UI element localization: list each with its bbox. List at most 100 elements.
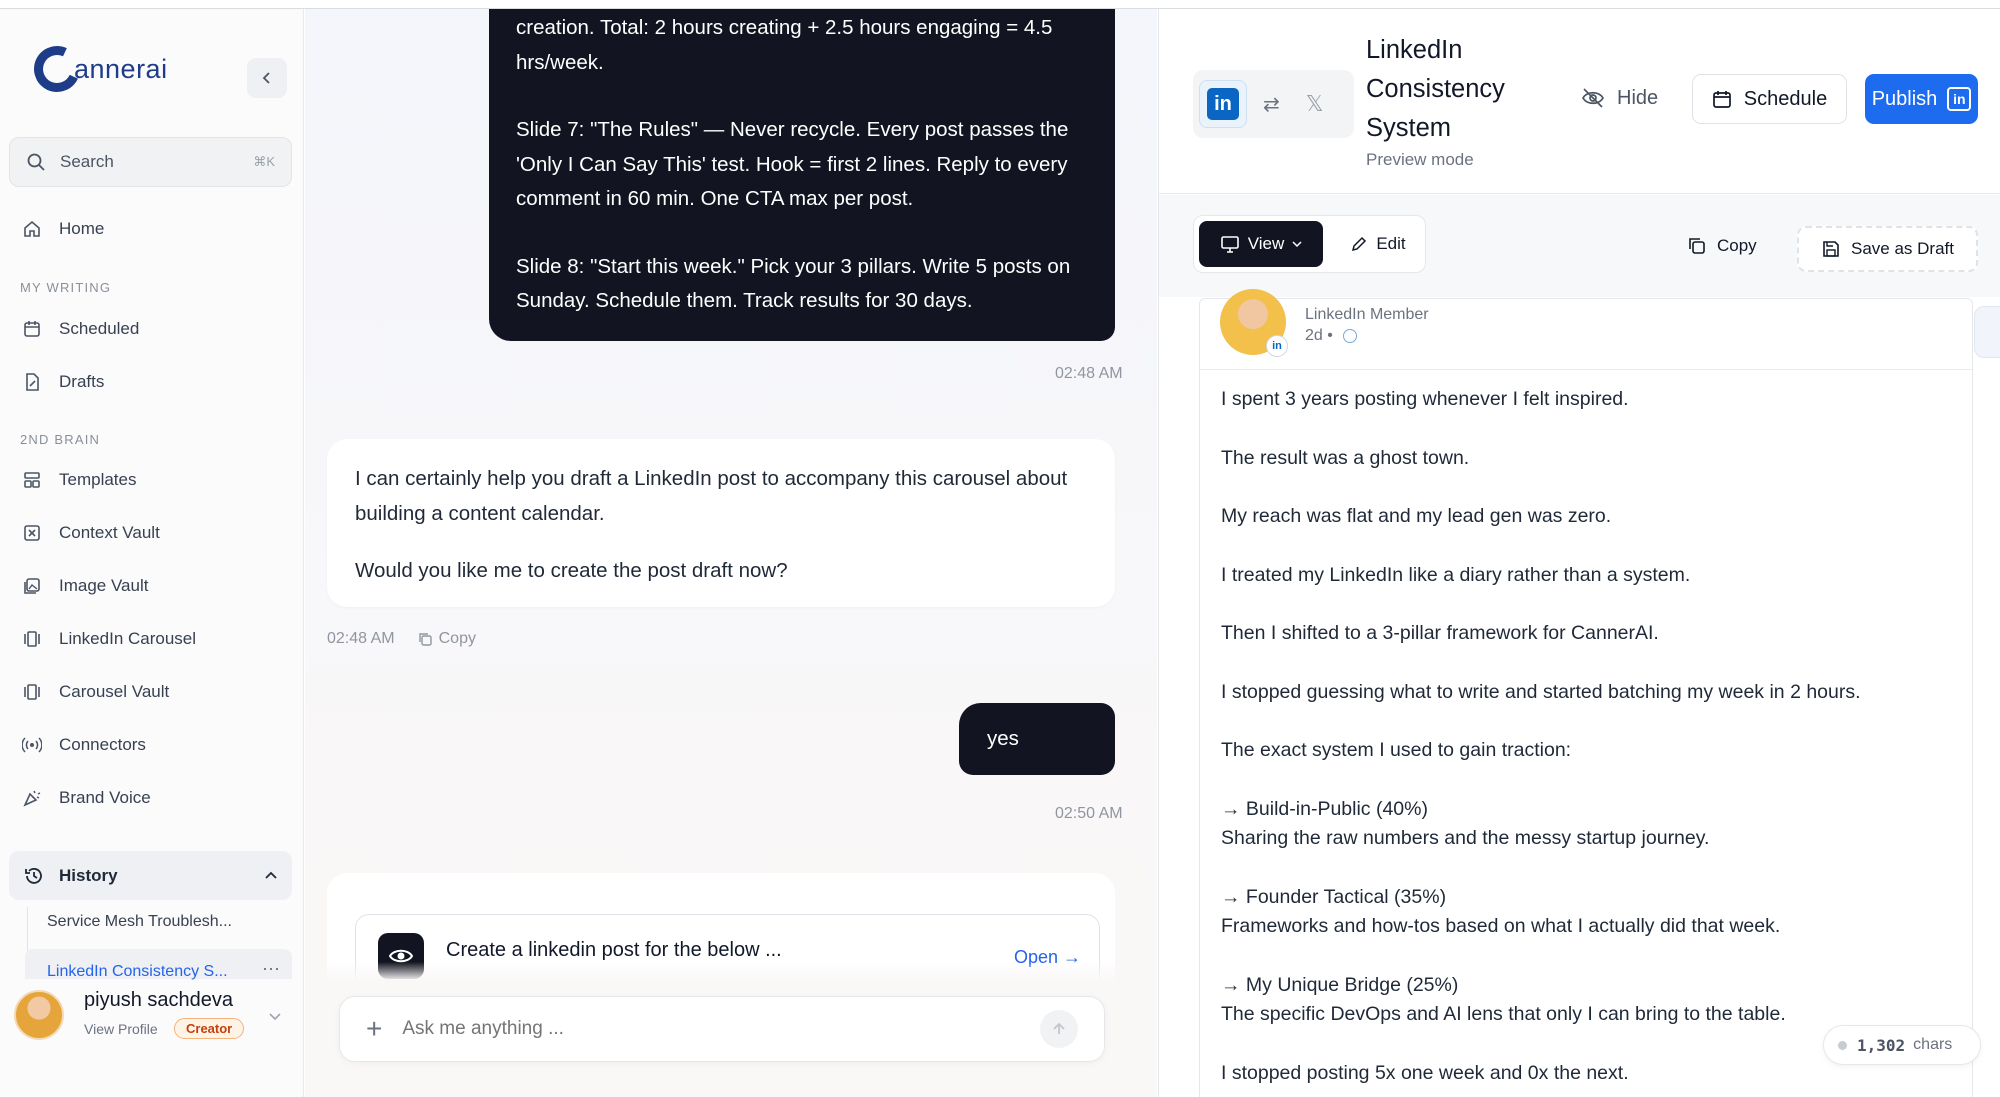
assistant-message: I can certainly help you draft a LinkedI…	[327, 439, 1115, 607]
save-draft-button[interactable]: Save as Draft	[1797, 226, 1978, 272]
message-paragraph: Would you like me to create the post dra…	[355, 559, 788, 582]
edit-button[interactable]: Edit	[1336, 221, 1420, 267]
preview-toolbar: View Edit Copy Save as Draft	[1159, 195, 2000, 297]
copy-message-button[interactable]: Copy	[417, 630, 476, 648]
refresh-tab[interactable]	[1974, 306, 2000, 358]
assistant-message-dark: creation. Total: 2 hours creating + 2.5 …	[489, 9, 1115, 341]
sidebar-item-connectors[interactable]: Connectors	[20, 727, 146, 763]
sidebar-item-brand-voice[interactable]: Brand Voice	[20, 780, 151, 816]
section-label-my-writing: MY WRITING	[20, 280, 112, 295]
chat-input-bar: +	[339, 996, 1105, 1062]
linkedin-platform-button[interactable]: in	[1199, 80, 1247, 128]
message-meta: 02:48 AM Copy	[327, 630, 476, 648]
message-timestamp: 02:48 AM	[327, 630, 395, 647]
message-paragraph: I can certainly help you draft a LinkedI…	[355, 467, 1068, 525]
user-profile[interactable]: piyush sachdeva View Profile Creator	[14, 987, 294, 1047]
send-button[interactable]	[1040, 1010, 1078, 1048]
draft-file-icon	[20, 370, 44, 394]
sidebar-item-carousel-vault[interactable]: Carousel Vault	[20, 674, 169, 710]
chevron-up-icon	[265, 871, 277, 879]
hide-button[interactable]: Hide	[1581, 86, 1658, 110]
post-line-break	[1221, 766, 1961, 795]
window-top-border	[0, 0, 2000, 9]
history-toggle[interactable]: History	[9, 851, 292, 900]
post-line: My reach was flat and my lead gen was ze…	[1221, 505, 1612, 527]
sidebar-item-context-vault[interactable]: Context Vault	[20, 515, 160, 551]
user-name: piyush sachdeva	[84, 989, 233, 1011]
copy-icon	[1689, 238, 1705, 254]
eye-off-icon	[1582, 88, 1604, 108]
x-platform-icon[interactable]: 𝕏	[1306, 91, 1324, 117]
copy-label: Copy	[438, 630, 476, 647]
sidebar: annerai Search ⌘K Home MY WRITING Schedu…	[0, 9, 304, 1097]
collapse-sidebar-button[interactable]	[247, 58, 287, 98]
sidebar-item-label: Image Vault	[59, 576, 149, 595]
home-icon	[20, 217, 44, 241]
copy-post-button[interactable]: Copy	[1687, 236, 1757, 256]
sidebar-item-label: Carousel Vault	[59, 682, 170, 701]
post-line-break	[1221, 707, 1961, 736]
sidebar-item-label: Connectors	[59, 735, 146, 754]
search-shortcut: ⌘K	[253, 154, 275, 169]
post-line: I stopped guessing what to write and sta…	[1221, 680, 1861, 703]
sidebar-item-drafts[interactable]: Drafts	[20, 364, 104, 400]
history-item[interactable]: Service Mesh Troublesh...	[47, 913, 232, 931]
calendar-icon	[1712, 91, 1731, 108]
chat-panel: creation. Total: 2 hours creating + 2.5 …	[305, 9, 1157, 1097]
post-line: → Build-in-Public (40%)	[1221, 797, 1428, 820]
chars-label: chars	[1913, 1036, 1953, 1053]
sidebar-item-linkedin-carousel[interactable]: LinkedIn Carousel	[20, 621, 196, 657]
post-line: Frameworks and how-tos based on what I a…	[1221, 915, 1781, 937]
post-line-break	[1221, 854, 1961, 883]
view-profile-link[interactable]: View Profile	[84, 1021, 158, 1037]
post-time-label: 2d •	[1305, 327, 1333, 344]
post-line: The result was a ghost town.	[1221, 446, 1470, 469]
chevron-down-icon	[269, 1013, 281, 1021]
post-line-break	[1221, 942, 1961, 971]
swap-icon[interactable]: ⇄	[1263, 92, 1280, 117]
megaphone-icon	[20, 786, 44, 810]
chars-count: 1,302	[1857, 1035, 1906, 1055]
sidebar-item-home[interactable]: Home	[20, 211, 104, 247]
post-line: → Founder Tactical (35%)	[1221, 885, 1447, 908]
history-item-active[interactable]: LinkedIn Consistency S...	[47, 963, 228, 981]
post-line: The exact system I used to gain traction…	[1221, 739, 1572, 761]
post-line-break	[1221, 590, 1961, 619]
more-options-icon[interactable]: ⋯	[262, 959, 280, 980]
message-timestamp: 02:50 AM	[1055, 805, 1123, 822]
post-line: Sharing the raw numbers and the messy st…	[1221, 827, 1710, 849]
search-icon	[27, 153, 45, 171]
sidebar-item-scheduled[interactable]: Scheduled	[20, 311, 139, 347]
message-timestamp: 02:48 AM	[1055, 365, 1123, 382]
history-label: History	[59, 865, 118, 885]
linkedin-badge-icon: in	[1266, 335, 1288, 357]
sidebar-item-templates[interactable]: Templates	[20, 462, 136, 498]
search-button[interactable]: Search ⌘K	[9, 137, 292, 187]
post-line-break	[1221, 649, 1961, 678]
platform-switcher: in ⇄ 𝕏	[1193, 70, 1354, 138]
publish-button[interactable]: Publish in	[1865, 74, 1978, 124]
vault-icon	[20, 521, 44, 545]
view-button[interactable]: View	[1199, 221, 1323, 267]
post-line: I treated my LinkedIn like a diary rathe…	[1221, 563, 1691, 586]
message-paragraph: Slide 8: "Start this week." Pick your 3 …	[516, 254, 1071, 313]
post-author-subtitle: LinkedIn Member	[1305, 306, 1429, 323]
artifact-title: Create a linkedin post for the below ...	[446, 939, 782, 961]
chat-input[interactable]	[402, 1018, 1040, 1040]
schedule-button[interactable]: Schedule	[1692, 74, 1847, 124]
sidebar-item-label: Scheduled	[59, 319, 140, 338]
sidebar-item-label: Context Vault	[59, 523, 160, 542]
hide-label: Hide	[1617, 86, 1659, 109]
image-icon	[20, 574, 44, 598]
post-line: → My Unique Bridge (25%)	[1221, 973, 1459, 996]
save-draft-label: Save as Draft	[1851, 239, 1954, 258]
plus-icon[interactable]: +	[366, 1015, 382, 1043]
sidebar-item-image-vault[interactable]: Image Vault	[20, 568, 148, 604]
linkedin-icon: in	[1947, 87, 1972, 111]
publish-label: Publish	[1871, 87, 1938, 110]
status-dot	[1838, 1040, 1847, 1050]
save-icon	[1823, 241, 1839, 257]
logo[interactable]: annerai	[27, 39, 168, 99]
user-message: yes	[959, 703, 1115, 775]
broadcast-icon	[20, 733, 44, 757]
